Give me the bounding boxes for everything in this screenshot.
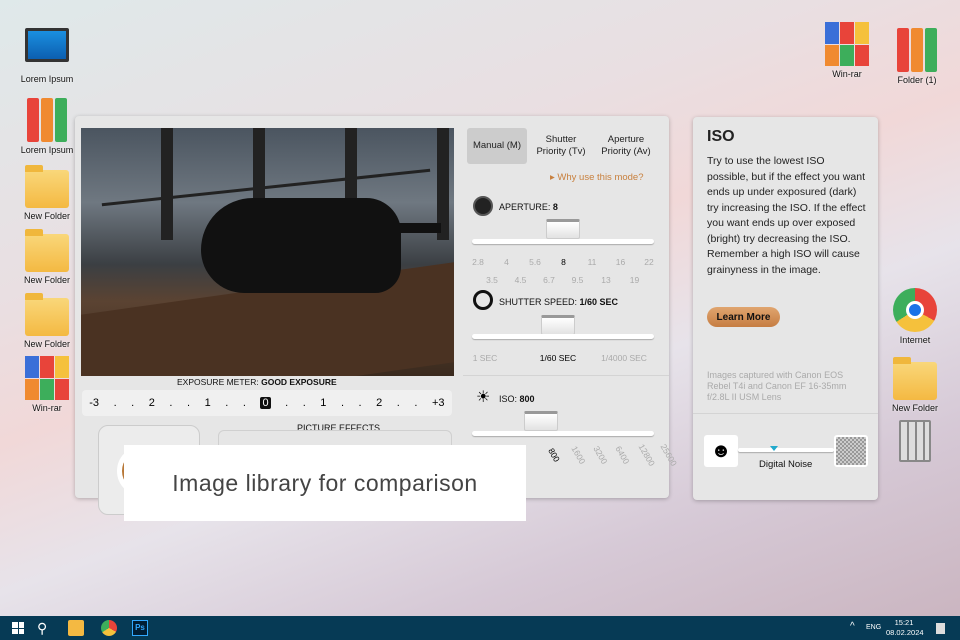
tab-shutter-priority[interactable]: Shutter Priority (Tv) — [530, 128, 592, 164]
clean-image-icon: ☻ — [704, 435, 738, 467]
desktop-icon-binders[interactable]: Folder (1) — [882, 28, 952, 85]
tab-aperture-priority[interactable]: Aperture Priority (Av) — [594, 128, 658, 164]
exposure-scale-mark: . — [169, 397, 173, 409]
exposure-scale-mark: +3 — [431, 397, 445, 409]
computer-icon — [25, 28, 69, 62]
why-use-mode-link[interactable]: ▸ Why use this mode? — [550, 172, 644, 183]
aperture-tick: 13 — [601, 275, 611, 285]
exposure-meter-scale: -3.. 2.. 1.. 0.. 1.. 2.. +3 — [82, 390, 452, 416]
desktop-icon-binders[interactable]: Lorem Ipsum — [12, 98, 82, 155]
aperture-tick: 11 — [587, 257, 597, 267]
exposure-scale-mark: . — [113, 397, 117, 409]
exposure-scale-mark: . — [358, 397, 362, 409]
desktop-icon-winrar[interactable]: Win-rar — [12, 356, 82, 413]
folder-icon — [25, 293, 69, 336]
exposure-scale-mark: . — [225, 397, 229, 409]
chrome-icon — [893, 288, 937, 332]
shutter-tick: 1/60 SEC — [539, 353, 577, 363]
desktop-icon-folder[interactable]: New Folder — [12, 292, 82, 349]
comparison-banner[interactable]: Image library for comparison — [124, 445, 526, 521]
iso-slider-handle[interactable] — [524, 411, 558, 431]
aperture-tick: 4.5 — [514, 275, 527, 285]
folder-icon — [25, 165, 69, 208]
aperture-tick: 19 — [629, 275, 640, 285]
aperture-tick: 8 — [561, 257, 566, 267]
binders-icon — [25, 98, 69, 142]
winrar-icon — [25, 356, 69, 400]
shutter-slider-handle[interactable] — [541, 315, 575, 335]
noisy-image-icon — [834, 435, 868, 467]
exposure-indicator: 0 — [260, 397, 271, 409]
exposure-meter-label: EXPOSURE METER: GOOD EXPOSURE — [177, 377, 337, 387]
exposure-scale-mark: . — [396, 397, 400, 409]
photo-preview — [81, 128, 454, 376]
desktop-icon-folder[interactable]: New Folder — [12, 228, 82, 285]
aperture-tick: 3.5 — [486, 275, 498, 285]
shutter-timer-icon — [473, 290, 493, 310]
desktop-icon-folder[interactable]: New Folder — [12, 164, 82, 221]
aperture-tick: 9.5 — [571, 275, 584, 285]
aperture-tick: 22 — [644, 257, 654, 267]
aperture-icon — [473, 196, 493, 216]
exposure-scale-mark: . — [340, 397, 345, 409]
aperture-tick: 4 — [504, 257, 509, 267]
aperture-label: APERTURE: 8 — [499, 202, 558, 212]
desktop-icon-recycle-bin[interactable] — [880, 420, 950, 465]
exposure-scale-mark: . — [131, 397, 135, 409]
exposure-scale-mark: . — [302, 397, 306, 409]
folder-icon — [25, 229, 69, 272]
notification-icon[interactable] — [936, 623, 945, 634]
exposure-scale-mark: . — [187, 397, 191, 409]
aperture-slider[interactable] — [472, 239, 654, 244]
tab-manual[interactable]: Manual (M) — [467, 128, 527, 164]
iso-slider[interactable] — [472, 431, 654, 436]
desktop-icon-folder[interactable]: New Folder — [880, 356, 950, 413]
exposure-scale-mark: -3 — [89, 397, 100, 409]
aperture-tick: 5.6 — [529, 257, 541, 267]
iso-label: ISO: 800 — [499, 394, 535, 404]
file-explorer-icon[interactable] — [68, 620, 84, 636]
winrar-icon — [825, 22, 869, 66]
exposure-scale-mark: . — [285, 397, 289, 409]
aperture-tick: 6.7 — [543, 275, 555, 285]
camera-caption: Images captured with Canon EOS Rebel T4i… — [707, 370, 847, 402]
clock[interactable]: 15:21 08.02.2024 — [886, 618, 924, 638]
shutter-label: SHUTTER SPEED: 1/60 SEC — [499, 297, 619, 307]
desktop-icon-winrar[interactable]: Win-rar — [812, 22, 882, 79]
info-title: ISO — [707, 128, 735, 145]
search-icon[interactable]: ⚲ — [37, 620, 53, 636]
tray-chevron-icon[interactable]: ^ — [850, 621, 855, 632]
aperture-tick: 2.8 — [472, 257, 484, 267]
desktop-icon-computer[interactable]: Lorem Ipsum — [12, 28, 82, 84]
exposure-scale-mark: 1 — [204, 397, 211, 409]
helicopter-image — [201, 198, 401, 293]
exposure-scale-mark: 2 — [148, 397, 155, 409]
photoshop-icon[interactable]: Ps — [132, 620, 148, 636]
exposure-scale-mark: . — [414, 397, 418, 409]
chrome-icon[interactable] — [101, 620, 117, 636]
binders-icon — [895, 28, 939, 72]
info-body: Try to use the lowest ISO possible, but … — [707, 155, 866, 276]
brightness-icon: ☀ — [476, 389, 491, 406]
aperture-tick: 16 — [615, 257, 626, 267]
taskbar: ⚲ Ps ^ ENG 15:21 08.02.2024 — [0, 616, 960, 640]
exposure-scale-mark: 2 — [376, 397, 383, 409]
learn-more-button[interactable]: Learn More — [707, 307, 780, 327]
digital-noise-slider[interactable] — [738, 448, 834, 452]
desktop-icon-chrome[interactable]: Internet — [880, 288, 950, 345]
recycle-bin-icon — [899, 420, 931, 462]
exposure-scale-mark: . — [242, 397, 246, 409]
shutter-tick: 1/4000 SEC — [601, 353, 647, 363]
exposure-scale-mark: 1 — [320, 397, 327, 409]
folder-icon — [893, 357, 937, 400]
digital-noise-label: Digital Noise — [759, 459, 813, 470]
aperture-slider-handle[interactable] — [546, 219, 580, 239]
language-indicator[interactable]: ENG — [866, 624, 881, 631]
shutter-tick: 1 SEC — [472, 353, 498, 363]
shutter-slider[interactable] — [472, 334, 654, 339]
windows-start-icon[interactable] — [12, 622, 24, 634]
